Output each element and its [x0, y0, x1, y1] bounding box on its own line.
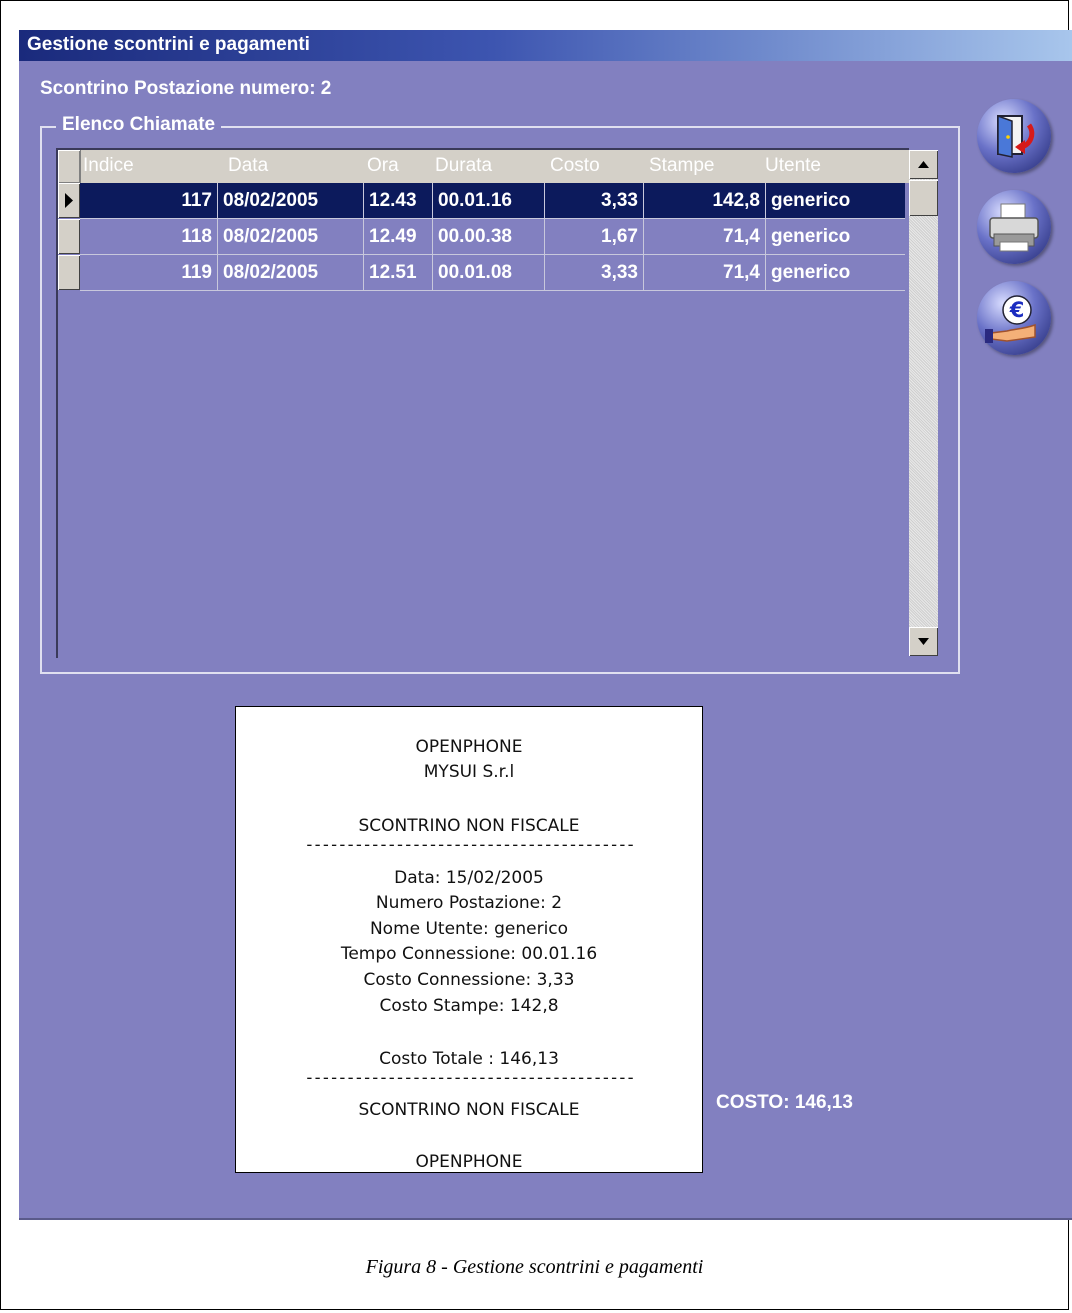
receipt-separator: ----------------------------------------	[304, 835, 635, 855]
scroll-down-button[interactable]	[909, 627, 938, 656]
cell-utente: generico	[771, 226, 851, 247]
receipt-line: SCONTRINO NON FISCALE	[358, 816, 580, 836]
exit-door-icon	[997, 114, 1035, 158]
window-title: Gestione scontrini e pagamenti	[27, 34, 310, 55]
calls-table[interactable]: Indice Data Ora Durata Costo Stampe Uten…	[56, 148, 909, 658]
column-header-ora[interactable]: Ora	[367, 155, 399, 177]
receipt-line: Costo Totale : 146,13	[379, 1049, 559, 1069]
cell-stampe: 71,4	[644, 255, 766, 290]
column-header-durata[interactable]: Durata	[435, 155, 492, 177]
station-label: Scontrino Postazione numero: 2	[40, 78, 332, 99]
receipt-line: SCONTRINO NON FISCALE	[358, 1100, 580, 1120]
table-row[interactable]: 118 08/02/2005 12.49 00.00.38 1,67 71,4 …	[58, 219, 909, 255]
receipt-separator: ----------------------------------------	[304, 1068, 635, 1088]
receipt-line: Costo Stampe: 142,8	[379, 996, 559, 1016]
row-pointer-icon	[65, 193, 73, 208]
exit-button[interactable]	[977, 99, 1051, 173]
receipt-line: OPENPHONE	[415, 737, 523, 757]
groupbox-title: Elenco Chiamate	[56, 114, 222, 136]
receipt-line: Nome Utente: generico	[369, 919, 569, 939]
cell-indice: 117	[80, 183, 218, 218]
print-button[interactable]	[977, 190, 1051, 264]
header-corner	[58, 150, 81, 183]
vertical-scrollbar[interactable]	[909, 150, 938, 656]
cell-data: 08/02/2005	[218, 183, 364, 218]
cell-data: 08/02/2005	[218, 255, 364, 290]
payment-button[interactable]: €	[977, 281, 1051, 355]
cell-stampe: 71,4	[644, 219, 766, 254]
cell-data: 08/02/2005	[218, 219, 364, 254]
cell-utente: generico	[771, 262, 851, 283]
column-header-utente[interactable]: Utente	[765, 155, 821, 177]
table-row[interactable]: 117 08/02/2005 12.43 00.01.16 3,33 142,8…	[58, 183, 909, 219]
arrow-up-icon	[918, 161, 929, 168]
cell-ora: 12.51	[364, 255, 433, 290]
column-header-indice[interactable]: Indice	[83, 155, 134, 177]
arrow-down-icon	[918, 638, 929, 645]
receipt-line: MYSUI S.r.l	[423, 762, 515, 782]
receipt-line: Tempo Connessione: 00.01.16	[340, 944, 598, 964]
scroll-up-button[interactable]	[909, 150, 938, 179]
cell-stampe: 142,8	[644, 183, 766, 218]
row-selector[interactable]	[58, 255, 80, 290]
cell-costo: 3,33	[545, 255, 644, 290]
cell-indice: 119	[80, 255, 218, 290]
receipt-management-window: Gestione scontrini e pagamenti Scontrino…	[19, 30, 1072, 1220]
cell-costo: 3,33	[545, 183, 644, 218]
row-selector[interactable]	[58, 219, 80, 254]
table-header: Indice Data Ora Durata Costo Stampe Uten…	[58, 150, 909, 183]
receipt-line: Costo Connessione: 3,33	[363, 970, 575, 990]
total-cost-label: COSTO: 146,13	[716, 1092, 853, 1113]
receipt-line: Data: 15/02/2005	[394, 868, 544, 888]
row-selector[interactable]	[58, 183, 80, 218]
printer-icon	[989, 203, 1039, 252]
column-header-costo[interactable]: Costo	[550, 155, 600, 177]
cell-durata: 00.01.08	[433, 255, 545, 290]
cell-ora: 12.49	[364, 219, 433, 254]
cell-durata: 00.01.16	[433, 183, 545, 218]
scroll-thumb[interactable]	[909, 180, 938, 216]
figure-caption: Figura 8 - Gestione scontrini e pagament…	[365, 1256, 704, 1278]
svg-text:€: €	[1009, 298, 1025, 322]
euro-payment-icon: €	[985, 295, 1036, 343]
column-header-stampe[interactable]: Stampe	[649, 155, 714, 177]
receipt-line: Numero Postazione: 2	[375, 893, 563, 913]
cell-costo: 1,67	[545, 219, 644, 254]
receipt-line: OPENPHONE	[415, 1152, 523, 1172]
title-bar[interactable]: Gestione scontrini e pagamenti	[19, 30, 1072, 61]
cell-ora: 12.43	[364, 183, 433, 218]
cell-utente: generico	[771, 190, 851, 211]
column-header-data[interactable]: Data	[228, 155, 268, 177]
cell-indice: 118	[80, 219, 218, 254]
receipt-preview: OPENPHONE MYSUI S.r.l SCONTRINO NON FISC…	[235, 706, 703, 1173]
table-row[interactable]: 119 08/02/2005 12.51 00.01.08 3,33 71,4 …	[58, 255, 909, 291]
cell-durata: 00.00.38	[433, 219, 545, 254]
